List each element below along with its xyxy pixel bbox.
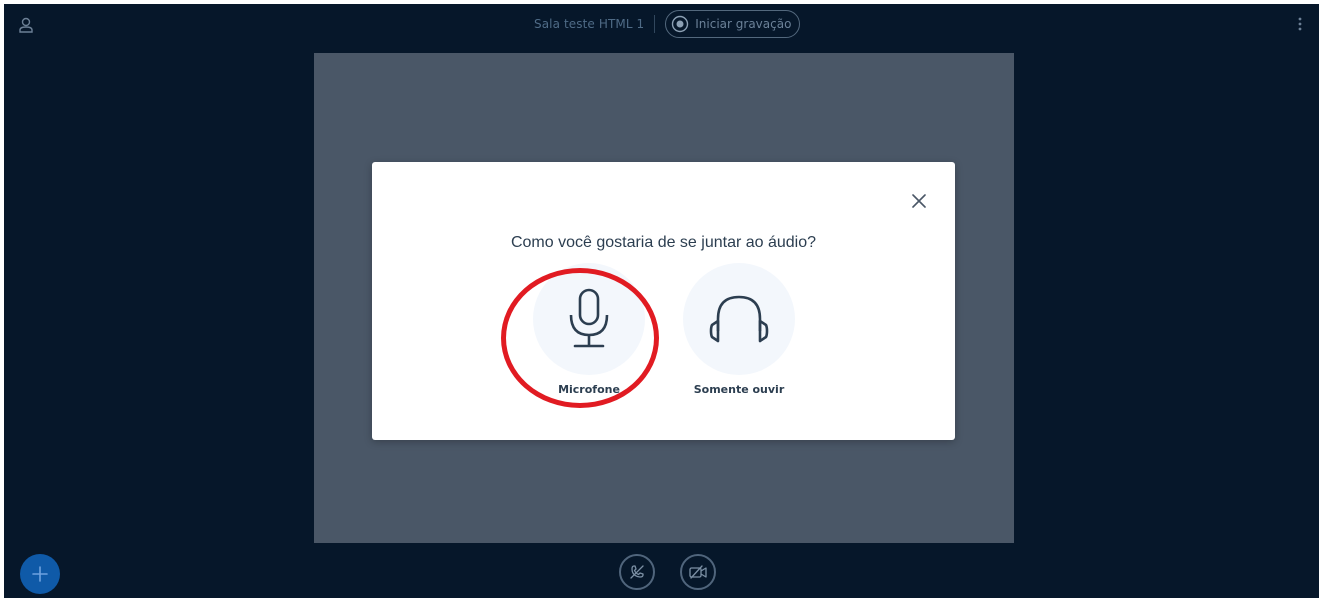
- video-off-icon: [689, 565, 707, 579]
- share-webcam-button[interactable]: [680, 554, 716, 590]
- user-list-icon[interactable]: [17, 16, 35, 34]
- microphone-button[interactable]: Microfone: [529, 263, 649, 396]
- join-audio-modal: Como você gostaria de se juntar ao áudio…: [372, 162, 955, 440]
- microphone-label: Microfone: [558, 383, 620, 396]
- microphone-option-circle[interactable]: [533, 263, 645, 375]
- record-button[interactable]: Iniciar gravação: [665, 10, 801, 38]
- room-title: Sala teste HTML 1: [534, 17, 645, 31]
- headphones-icon: [709, 295, 769, 343]
- more-options-icon[interactable]: [1294, 14, 1306, 34]
- modal-title: Como você gostaria de se juntar ao áudio…: [510, 234, 817, 251]
- close-icon[interactable]: [907, 189, 931, 213]
- phone-off-icon: [630, 565, 644, 579]
- header-center: Sala teste HTML 1 Iniciar gravação: [534, 8, 801, 40]
- plus-icon: [32, 566, 48, 582]
- record-icon: [671, 15, 689, 33]
- header-divider: [654, 15, 656, 33]
- listen-only-option-circle[interactable]: [683, 263, 795, 375]
- conference-app: Sala teste HTML 1 Iniciar gravação Como …: [4, 4, 1319, 598]
- listen-only-button[interactable]: Somente ouvir: [679, 263, 799, 396]
- listen-only-label: Somente ouvir: [693, 383, 785, 396]
- join-audio-button[interactable]: [619, 554, 655, 590]
- record-label: Iniciar gravação: [695, 17, 792, 31]
- microphone-icon: [569, 288, 609, 348]
- add-action-button[interactable]: [20, 554, 60, 594]
